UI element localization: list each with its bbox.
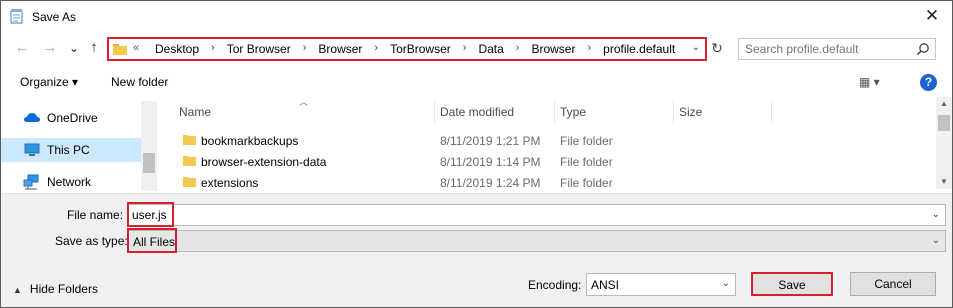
breadcrumb-item[interactable]: Tor Browser: [227, 42, 291, 56]
chevron-down-icon[interactable]: ⌄: [932, 235, 940, 246]
scroll-up-icon[interactable]: ▲: [936, 99, 952, 108]
breadcrumb: Desktop › Tor Browser › Browser › TorBrowser › D…: [155, 42, 679, 56]
overflow-chevron-icon[interactable]: «: [133, 42, 139, 54]
back-button[interactable]: ←: [13, 39, 31, 57]
title-bar: Save As ✕: [1, 1, 952, 33]
breadcrumb-item[interactable]: Desktop: [155, 42, 199, 56]
navigation-scrollbar[interactable]: [141, 101, 157, 191]
breadcrumb-separator-icon[interactable]: ›: [303, 42, 307, 56]
search-icon: [916, 43, 929, 56]
cancel-button[interactable]: Cancel: [850, 272, 936, 296]
refresh-button[interactable]: ↻: [708, 39, 726, 57]
file-name: bookmarkbackups: [201, 134, 299, 148]
folder-icon: [183, 156, 196, 166]
folder-icon: [183, 135, 196, 145]
column-header-size[interactable]: Size: [679, 105, 702, 119]
encoding-value: ANSI: [591, 278, 620, 292]
new-folder-button[interactable]: New folder: [111, 75, 168, 89]
breadcrumb-item[interactable]: TorBrowser: [390, 42, 451, 56]
file-name-input[interactable]: [129, 205, 919, 225]
recent-locations-button[interactable]: ⌄: [65, 39, 83, 57]
save-as-type-label: Save as type:: [55, 234, 128, 248]
breadcrumb-item[interactable]: profile.default: [603, 42, 675, 56]
window-title: Save As: [32, 10, 77, 24]
sidebar-item-label: OneDrive: [47, 111, 98, 125]
breadcrumb-item[interactable]: Browser: [531, 42, 575, 56]
column-divider[interactable]: [554, 101, 555, 123]
sidebar-item-network[interactable]: Network: [1, 170, 141, 194]
view-options-icon[interactable]: ▦ ▾: [859, 75, 880, 89]
file-date: 8/11/2019 1:21 PM: [440, 134, 541, 148]
cloud-icon: [24, 113, 40, 122]
forward-button[interactable]: →: [41, 39, 59, 57]
file-row[interactable]: bookmarkbackups 8/11/2019 1:21 PM File f…: [161, 130, 921, 151]
file-list: ︿ Name Date modified Type Size bookmarkb…: [161, 97, 936, 191]
file-date: 8/11/2019 1:24 PM: [440, 176, 541, 190]
save-options-panel: File name: ⌄ Save as type: All Files ⌄ ▲…: [1, 193, 952, 307]
organize-button[interactable]: Organize ▾: [20, 75, 78, 89]
encoding-label: Encoding:: [528, 278, 582, 292]
close-button[interactable]: ✕: [920, 4, 944, 28]
sidebar-item-label: This PC: [47, 143, 90, 157]
sidebar-item-this-pc[interactable]: This PC: [1, 138, 141, 162]
file-name: browser-extension-data: [201, 155, 327, 169]
folder-icon: [113, 44, 127, 55]
breadcrumb-separator-icon[interactable]: ›: [374, 42, 378, 56]
network-icon: [23, 174, 39, 190]
sort-ascending-icon: ︿: [299, 97, 309, 107]
breadcrumb-separator-icon[interactable]: ›: [516, 42, 520, 56]
breadcrumb-item[interactable]: Browser: [318, 42, 362, 56]
breadcrumb-item[interactable]: Data: [478, 42, 503, 56]
breadcrumb-separator-icon[interactable]: ›: [587, 42, 591, 56]
breadcrumb-separator-icon[interactable]: ›: [463, 42, 467, 56]
chevron-down-icon[interactable]: ⌄: [722, 278, 730, 289]
sidebar-item-onedrive[interactable]: OneDrive: [1, 106, 141, 130]
file-list-scrollbar[interactable]: ▲ ▼: [936, 97, 952, 189]
column-header-type[interactable]: Type: [560, 105, 586, 119]
computer-icon: [24, 143, 40, 156]
file-row[interactable]: browser-extension-data 8/11/2019 1:14 PM…: [161, 151, 921, 172]
file-name: extensions: [201, 176, 259, 190]
help-icon[interactable]: ?: [920, 74, 937, 91]
file-type: File folder: [560, 134, 613, 148]
save-button[interactable]: Save: [751, 272, 833, 296]
file-name-label: File name:: [67, 208, 124, 222]
column-header-date-modified[interactable]: Date modified: [440, 105, 514, 119]
command-bar: Organize ▾ New folder ▦ ▾ ?: [1, 67, 952, 97]
search-box[interactable]: [738, 38, 936, 60]
address-dropdown-icon[interactable]: ⌄: [692, 42, 700, 53]
file-type: File folder: [560, 176, 613, 190]
column-header-name[interactable]: Name: [179, 105, 211, 119]
column-divider[interactable]: [434, 101, 435, 123]
column-divider[interactable]: [771, 101, 772, 123]
scrollbar-thumb[interactable]: [938, 115, 950, 131]
hide-folders-button[interactable]: ▲ Hide Folders: [13, 282, 98, 296]
file-name-combobox[interactable]: ⌄: [128, 204, 946, 226]
up-button[interactable]: ↑: [85, 39, 103, 57]
file-date: 8/11/2019 1:14 PM: [440, 155, 541, 169]
encoding-select[interactable]: ANSI ⌄: [586, 273, 736, 296]
save-as-type-select[interactable]: All Files ⌄: [128, 230, 946, 252]
notepad-icon: [10, 9, 23, 24]
file-row[interactable]: extensions 8/11/2019 1:24 PM File folder: [161, 172, 921, 193]
folder-icon: [183, 177, 196, 187]
chevron-down-icon[interactable]: ⌄: [932, 209, 940, 220]
address-bar[interactable]: « Desktop › Tor Browser › Browser › TorBrowser…: [107, 37, 707, 61]
navigation-pane: OneDrive This PC Network: [1, 101, 157, 191]
scroll-down-icon[interactable]: ▼: [936, 177, 952, 186]
search-input[interactable]: [745, 41, 905, 57]
breadcrumb-separator-icon[interactable]: ›: [211, 42, 215, 56]
sidebar-item-label: Network: [47, 175, 92, 189]
scrollbar-thumb[interactable]: [143, 153, 155, 173]
file-type: File folder: [560, 155, 613, 169]
hide-folders-label: Hide Folders: [29, 282, 98, 296]
chevron-up-icon: ▲: [13, 285, 22, 295]
column-divider[interactable]: [673, 101, 674, 123]
save-as-dialog: Save As ✕ ← → ⌄ ↑ « Desktop › Tor Browser ›…: [0, 0, 953, 308]
save-as-type-value: All Files: [133, 235, 176, 249]
